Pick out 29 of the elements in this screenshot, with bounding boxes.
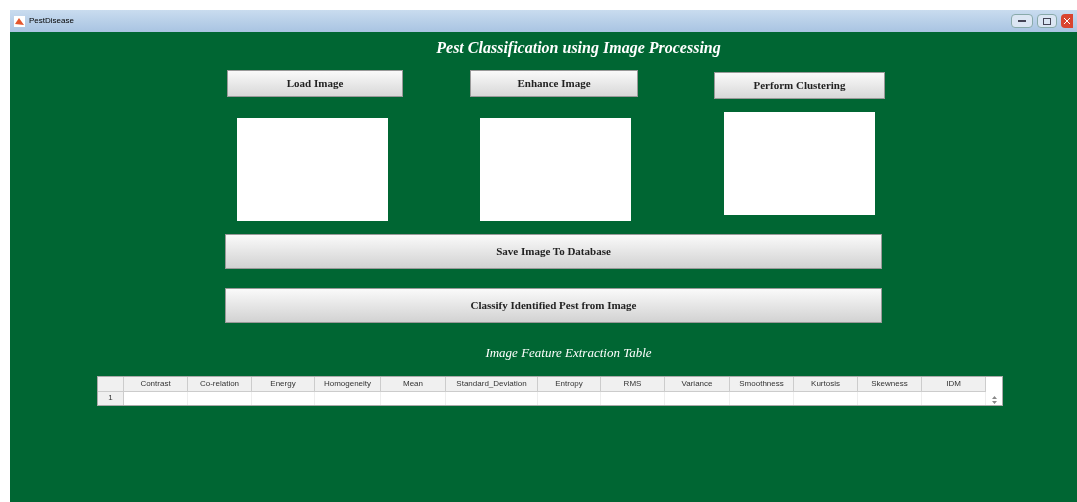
scroll-arrows-icon: [991, 395, 997, 404]
column-header: Co-relation: [188, 376, 252, 391]
column-header: IDM: [922, 376, 986, 391]
table-title: Image Feature Extraction Table: [485, 344, 652, 362]
column-header: Skewness: [858, 376, 922, 391]
action-button[interactable]: Enhance Image: [470, 70, 638, 97]
column-header: Contrast: [124, 376, 188, 391]
column-header: Energy: [252, 376, 315, 391]
minimize-button[interactable]: [1011, 14, 1033, 28]
column-header: RMS: [601, 376, 665, 391]
column-header: Mean: [381, 376, 446, 391]
close-button[interactable]: [1061, 14, 1073, 28]
minimize-icon: [1018, 19, 1026, 23]
action-button[interactable]: Perform Clustering: [714, 72, 885, 99]
column-header: Smoothness: [730, 376, 794, 391]
column-header: Standard_Deviation: [446, 376, 538, 391]
column-header: Entropy: [538, 376, 601, 391]
close-icon: [1064, 18, 1070, 24]
page-heading: Pest Classification using Image Processing: [436, 38, 721, 59]
column-header: Variance: [665, 376, 730, 391]
app-icon: [14, 15, 25, 27]
maximize-button[interactable]: [1037, 14, 1057, 28]
maximize-icon: [1043, 17, 1051, 25]
action-button[interactable]: Load Image: [227, 70, 403, 97]
action-button[interactable]: Save Image To Database: [225, 234, 882, 269]
column-header: Homogeneity: [315, 376, 381, 391]
column-header: Kurtosis: [794, 376, 858, 391]
window-title: PestDisease: [29, 15, 74, 27]
action-button[interactable]: Classify Identified Pest from Image: [225, 288, 882, 323]
